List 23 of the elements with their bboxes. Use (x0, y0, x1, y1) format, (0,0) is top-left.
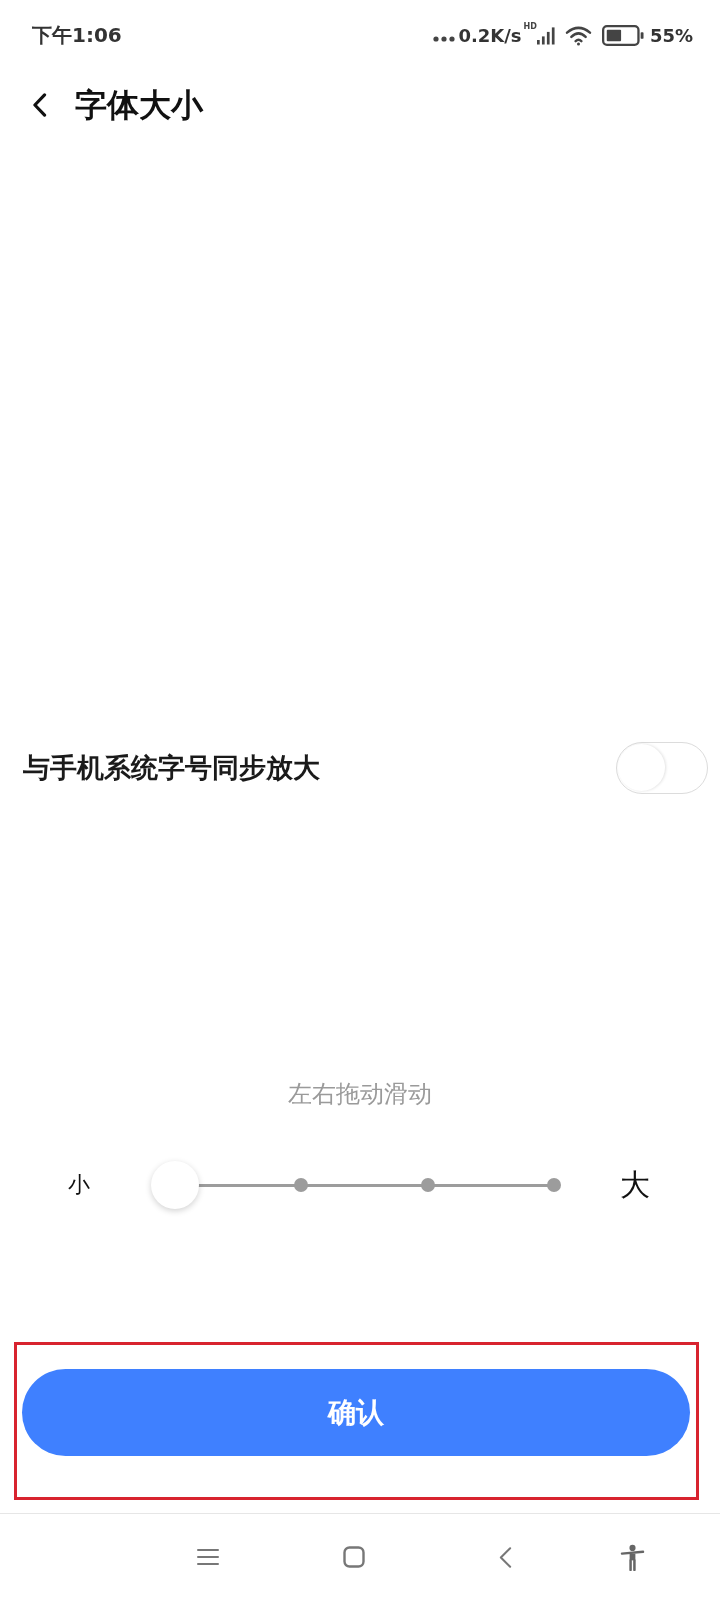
wifi-icon (564, 24, 592, 46)
page-title: 字体大小 (75, 85, 203, 125)
network-type-label: HD (523, 21, 537, 31)
network-speed: 0.2K/s (458, 24, 522, 46)
battery-icon (601, 24, 644, 46)
large-size-label: 大 (620, 1167, 650, 1203)
step-dot-icon (294, 1178, 309, 1192)
small-size-label: 小 (68, 1171, 90, 1199)
step-dot-icon (420, 1178, 435, 1192)
status-time: 下午1:06 (32, 21, 122, 49)
sync-toggle[interactable] (616, 742, 708, 794)
more-dots-icon (433, 36, 456, 42)
menu-icon[interactable] (197, 1548, 219, 1566)
slider-hint: 左右拖动滑动 (288, 1079, 432, 1109)
step-dot-icon (547, 1178, 561, 1192)
signal-icon (536, 25, 555, 45)
slider-thumb[interactable] (151, 1161, 199, 1209)
back-icon[interactable] (32, 93, 47, 117)
sync-setting-label: 与手机系统字号同步放大 (23, 751, 320, 785)
home-icon[interactable] (343, 1546, 365, 1568)
person-icon[interactable] (620, 1543, 645, 1571)
confirm-button[interactable]: 确认 (22, 1369, 690, 1456)
battery-percent: 55% (649, 24, 693, 46)
